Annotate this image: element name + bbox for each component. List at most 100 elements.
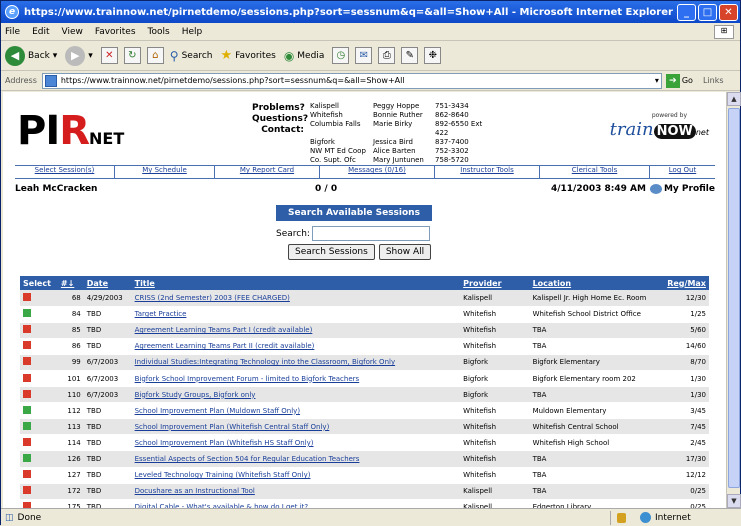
- col-regmax[interactable]: Reg/Max: [664, 276, 709, 290]
- back-button[interactable]: ◀ Back ▾: [5, 45, 57, 66]
- select-cell[interactable]: [20, 370, 58, 388]
- session-title[interactable]: Bigfork Study Groups, Bigfork only: [131, 386, 461, 404]
- col-location[interactable]: Location: [529, 276, 665, 290]
- col-title[interactable]: Title: [131, 276, 461, 290]
- session-title[interactable]: School Improvement Plan (Whitefish HS St…: [131, 434, 461, 452]
- nav-my-schedule[interactable]: My Schedule: [115, 166, 215, 178]
- close-button[interactable]: ✕: [719, 3, 738, 21]
- nav-select-sessions[interactable]: Select Session(s): [15, 166, 115, 178]
- session-title-link[interactable]: School Improvement Plan (Whitefish HS St…: [135, 439, 314, 447]
- session-title[interactable]: Agreement Learning Teams Part I (credit …: [131, 322, 461, 339]
- col-number[interactable]: #↓: [57, 276, 84, 290]
- select-status-icon[interactable]: [23, 325, 31, 334]
- session-title-link[interactable]: Agreement Learning Teams Part II (credit…: [135, 342, 315, 350]
- favorites-button[interactable]: ★ Favorites: [221, 48, 276, 63]
- select-status-icon[interactable]: [23, 389, 31, 398]
- menu-favorites[interactable]: Favorites: [95, 27, 136, 37]
- select-cell[interactable]: [20, 450, 58, 468]
- col-date[interactable]: Date: [83, 276, 132, 290]
- session-title[interactable]: Individual Studies:Integrating Technolog…: [131, 354, 461, 371]
- select-status-icon[interactable]: [23, 486, 31, 495]
- menu-help[interactable]: Help: [182, 27, 203, 37]
- session-title[interactable]: School Improvement Plan (Muldown Staff O…: [131, 402, 461, 420]
- scroll-thumb[interactable]: [728, 108, 740, 488]
- nav-log-out[interactable]: Log Out: [650, 166, 715, 178]
- select-status-icon[interactable]: [23, 437, 31, 446]
- session-title-link[interactable]: School Improvement Plan (Muldown Staff O…: [135, 407, 300, 415]
- col-provider[interactable]: Provider: [460, 276, 530, 290]
- nav-clerical-tools[interactable]: Clerical Tools: [540, 166, 650, 178]
- show-all-button[interactable]: Show All: [378, 244, 432, 260]
- session-title-link[interactable]: Target Practice: [135, 310, 187, 318]
- session-title[interactable]: CRISS (2nd Semester) 2003 (FEE CHARGED): [131, 290, 461, 307]
- select-cell[interactable]: [20, 402, 58, 420]
- session-title-link[interactable]: CRISS (2nd Semester) 2003 (FEE CHARGED): [135, 294, 290, 302]
- address-dropdown-icon[interactable]: ▾: [655, 76, 659, 85]
- scroll-down-icon[interactable]: ▼: [727, 494, 741, 508]
- select-status-icon[interactable]: [23, 405, 31, 414]
- session-title[interactable]: Digital Cable - What's available & how d…: [131, 499, 461, 508]
- select-status-icon[interactable]: [23, 357, 31, 366]
- nav-messages[interactable]: Messages (0/16): [320, 166, 435, 178]
- select-status-icon[interactable]: [23, 421, 31, 430]
- go-button[interactable]: ➔ Go: [665, 73, 693, 88]
- select-cell[interactable]: [20, 499, 58, 508]
- history-icon[interactable]: ◷: [332, 47, 350, 64]
- scroll-up-icon[interactable]: ▲: [727, 92, 741, 106]
- select-cell[interactable]: [20, 354, 58, 371]
- print-icon[interactable]: ⎙: [378, 47, 396, 64]
- select-cell[interactable]: [20, 467, 58, 484]
- forward-button[interactable]: ▶ ▾: [65, 45, 93, 66]
- nav-my-report-card[interactable]: My Report Card: [215, 166, 320, 178]
- session-title[interactable]: School Improvement Plan (Whitefish Centr…: [131, 418, 461, 436]
- my-profile-link[interactable]: My Profile: [649, 184, 715, 194]
- home-icon[interactable]: ⌂: [146, 47, 164, 64]
- select-status-icon[interactable]: [23, 341, 31, 350]
- select-status-icon[interactable]: [23, 373, 31, 382]
- maximize-button[interactable]: □: [698, 3, 717, 21]
- search-button[interactable]: ⚲ Search: [170, 49, 213, 63]
- session-title-link[interactable]: Bigfork Study Groups, Bigfork only: [135, 391, 256, 399]
- refresh-icon[interactable]: ↻: [123, 47, 141, 64]
- select-cell[interactable]: [20, 338, 58, 355]
- vertical-scrollbar[interactable]: ▲ ▼: [726, 92, 741, 508]
- links-button[interactable]: Links: [703, 76, 724, 85]
- session-title[interactable]: Leveled Technology Training (Whitefish S…: [131, 467, 461, 484]
- session-title-link[interactable]: Leveled Technology Training (Whitefish S…: [135, 471, 311, 479]
- menu-file[interactable]: File: [5, 27, 20, 37]
- mail-icon[interactable]: ✉: [355, 47, 373, 64]
- session-title-link[interactable]: Docushare as an Instructional Tool: [135, 487, 255, 495]
- session-title-link[interactable]: Bigfork School Improvement Forum - limit…: [135, 375, 360, 383]
- menu-tools[interactable]: Tools: [148, 27, 170, 37]
- session-title-link[interactable]: Essential Aspects of Section 504 for Reg…: [135, 455, 360, 463]
- select-cell[interactable]: [20, 290, 58, 307]
- select-cell[interactable]: [20, 322, 58, 339]
- stop-icon[interactable]: ✕: [100, 47, 118, 64]
- search-input[interactable]: [311, 226, 430, 241]
- select-status-icon[interactable]: [23, 470, 31, 479]
- select-cell[interactable]: [20, 386, 58, 404]
- select-status-icon[interactable]: [23, 453, 31, 462]
- session-title[interactable]: Docushare as an Instructional Tool: [131, 483, 461, 500]
- session-title[interactable]: Target Practice: [131, 306, 461, 323]
- edit-icon[interactable]: ✎: [401, 47, 419, 64]
- media-button[interactable]: ◉ Media: [284, 49, 325, 63]
- session-title-link[interactable]: Individual Studies:Integrating Technolog…: [135, 358, 395, 366]
- session-title[interactable]: Agreement Learning Teams Part II (credit…: [131, 338, 461, 355]
- nav-instructor-tools[interactable]: Instructor Tools: [435, 166, 540, 178]
- select-cell[interactable]: [20, 434, 58, 452]
- menu-edit[interactable]: Edit: [32, 27, 49, 37]
- session-title-link[interactable]: School Improvement Plan (Whitefish Centr…: [135, 423, 330, 431]
- messenger-icon[interactable]: ❉: [424, 47, 442, 64]
- menu-view[interactable]: View: [62, 27, 83, 37]
- select-cell[interactable]: [20, 483, 58, 500]
- address-input[interactable]: https://www.trainnow.net/pirnetdemo/sess…: [41, 72, 662, 89]
- session-title[interactable]: Essential Aspects of Section 504 for Reg…: [131, 450, 461, 468]
- search-sessions-button[interactable]: Search Sessions: [288, 244, 375, 260]
- select-cell[interactable]: [20, 418, 58, 436]
- select-status-icon[interactable]: [23, 309, 31, 318]
- session-title[interactable]: Bigfork School Improvement Forum - limit…: [131, 370, 461, 388]
- select-cell[interactable]: [20, 306, 58, 323]
- select-status-icon[interactable]: [23, 292, 31, 301]
- minimize-button[interactable]: _: [677, 3, 696, 21]
